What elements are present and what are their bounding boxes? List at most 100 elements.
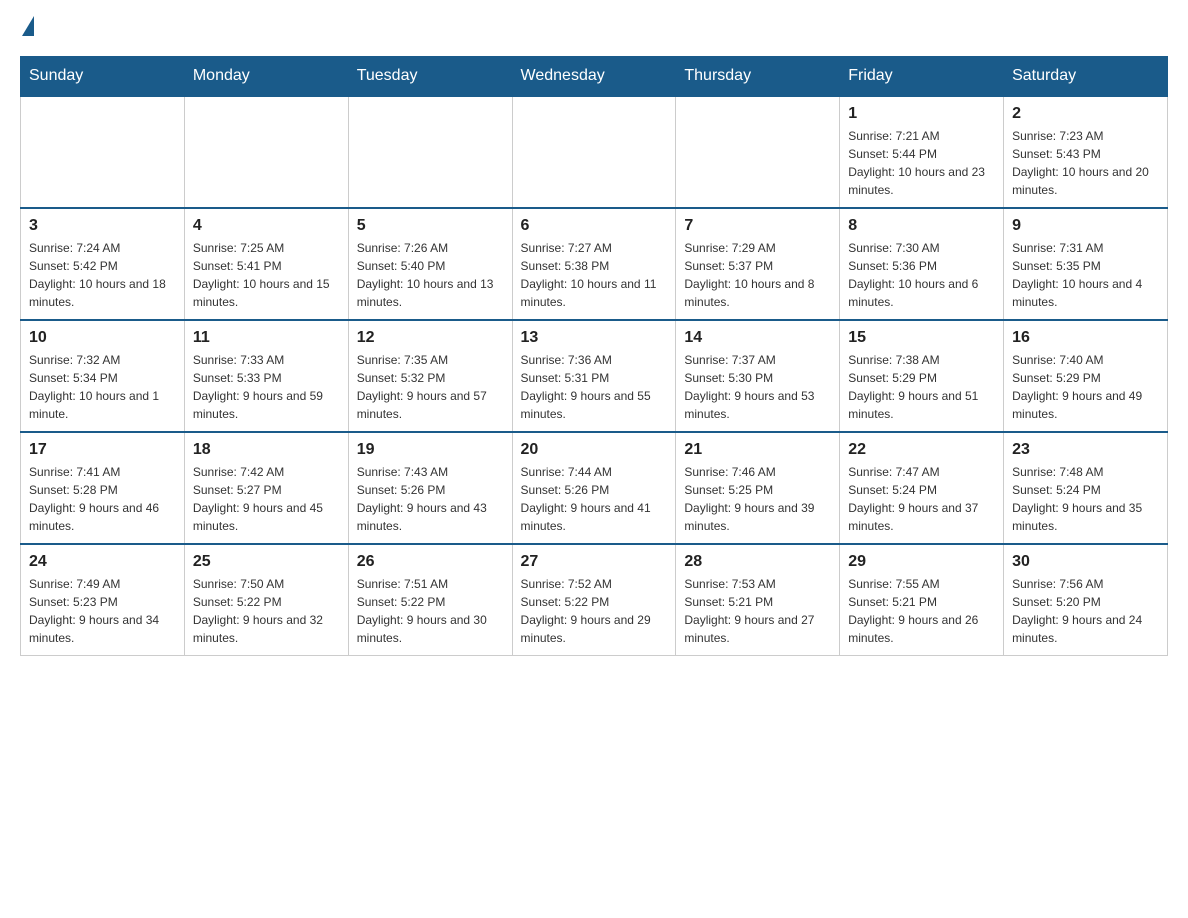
weekday-header-saturday: Saturday <box>1004 57 1168 97</box>
calendar-cell: 6Sunrise: 7:27 AM Sunset: 5:38 PM Daylig… <box>512 208 676 320</box>
day-number: 2 <box>1012 105 1159 123</box>
day-info: Sunrise: 7:24 AM Sunset: 5:42 PM Dayligh… <box>29 239 176 311</box>
day-info: Sunrise: 7:21 AM Sunset: 5:44 PM Dayligh… <box>848 127 995 199</box>
day-info: Sunrise: 7:23 AM Sunset: 5:43 PM Dayligh… <box>1012 127 1159 199</box>
day-number: 21 <box>684 441 831 459</box>
day-info: Sunrise: 7:38 AM Sunset: 5:29 PM Dayligh… <box>848 351 995 423</box>
day-number: 7 <box>684 217 831 235</box>
day-info: Sunrise: 7:25 AM Sunset: 5:41 PM Dayligh… <box>193 239 340 311</box>
day-number: 11 <box>193 329 340 347</box>
day-number: 8 <box>848 217 995 235</box>
day-number: 30 <box>1012 553 1159 571</box>
day-number: 14 <box>684 329 831 347</box>
weekday-header-friday: Friday <box>840 57 1004 97</box>
day-number: 1 <box>848 105 995 123</box>
calendar-cell: 20 Sunrise: 7:44 AM Sunset: 5:26 PM Dayli… <box>512 432 676 544</box>
calendar-cell: 4 Sunrise: 7:25 AM Sunset: 5:41 PM Daylig… <box>184 208 348 320</box>
day-number: 28 <box>684 553 831 571</box>
calendar-cell: 13 Sunrise: 7:36 AM Sunset: 5:31 PM Dayli… <box>512 320 676 432</box>
weekday-header-wednesday: Wednesday <box>512 57 676 97</box>
day-number: 16 <box>1012 329 1159 347</box>
weekday-header-thursday: Thursday <box>676 57 840 97</box>
calendar-cell <box>348 96 512 208</box>
day-number: 19 <box>357 441 504 459</box>
calendar-cell: 25Sunrise: 7:50 AM Sunset: 5:22 PM Dayli… <box>184 544 348 656</box>
calendar-cell: 17 Sunrise: 7:41 AM Sunset: 5:28 PM Dayli… <box>21 432 185 544</box>
day-info: Sunrise: 7:44 AM Sunset: 5:26 PM Dayligh… <box>521 463 668 535</box>
day-number: 26 <box>357 553 504 571</box>
day-info: Sunrise: 7:32 AM Sunset: 5:34 PM Dayligh… <box>29 351 176 423</box>
day-info: Sunrise: 7:36 AM Sunset: 5:31 PM Dayligh… <box>521 351 668 423</box>
day-info: Sunrise: 7:49 AM Sunset: 5:23 PM Dayligh… <box>29 575 176 647</box>
weekday-header-monday: Monday <box>184 57 348 97</box>
calendar-cell: 16 Sunrise: 7:40 AM Sunset: 5:29 PM Dayli… <box>1004 320 1168 432</box>
day-info: Sunrise: 7:30 AM Sunset: 5:36 PM Dayligh… <box>848 239 995 311</box>
calendar-cell: 2 Sunrise: 7:23 AM Sunset: 5:43 PM Daylig… <box>1004 96 1168 208</box>
day-info: Sunrise: 7:55 AM Sunset: 5:21 PM Dayligh… <box>848 575 995 647</box>
day-info: Sunrise: 7:46 AM Sunset: 5:25 PM Dayligh… <box>684 463 831 535</box>
day-number: 13 <box>521 329 668 347</box>
week-row-1: 1 Sunrise: 7:21 AM Sunset: 5:44 PM Daylig… <box>21 96 1168 208</box>
day-number: 9 <box>1012 217 1159 235</box>
calendar-cell: 26Sunrise: 7:51 AM Sunset: 5:22 PM Dayli… <box>348 544 512 656</box>
calendar-cell: 9Sunrise: 7:31 AM Sunset: 5:35 PM Daylig… <box>1004 208 1168 320</box>
calendar-cell: 7 Sunrise: 7:29 AM Sunset: 5:37 PM Daylig… <box>676 208 840 320</box>
calendar-table: SundayMondayTuesdayWednesdayThursdayFrid… <box>20 56 1168 656</box>
day-number: 6 <box>521 217 668 235</box>
calendar-cell: 15Sunrise: 7:38 AM Sunset: 5:29 PM Dayli… <box>840 320 1004 432</box>
calendar-cell: 8 Sunrise: 7:30 AM Sunset: 5:36 PM Daylig… <box>840 208 1004 320</box>
weekday-header-sunday: Sunday <box>21 57 185 97</box>
day-info: Sunrise: 7:56 AM Sunset: 5:20 PM Dayligh… <box>1012 575 1159 647</box>
day-info: Sunrise: 7:35 AM Sunset: 5:32 PM Dayligh… <box>357 351 504 423</box>
day-number: 29 <box>848 553 995 571</box>
weekday-header-tuesday: Tuesday <box>348 57 512 97</box>
calendar-cell: 18 Sunrise: 7:42 AM Sunset: 5:27 PM Dayli… <box>184 432 348 544</box>
day-info: Sunrise: 7:42 AM Sunset: 5:27 PM Dayligh… <box>193 463 340 535</box>
day-number: 3 <box>29 217 176 235</box>
day-number: 27 <box>521 553 668 571</box>
week-row-4: 17 Sunrise: 7:41 AM Sunset: 5:28 PM Dayli… <box>21 432 1168 544</box>
calendar-cell: 27 Sunrise: 7:52 AM Sunset: 5:22 PM Dayli… <box>512 544 676 656</box>
day-number: 5 <box>357 217 504 235</box>
calendar-cell: 28 Sunrise: 7:53 AM Sunset: 5:21 PM Dayli… <box>676 544 840 656</box>
logo <box>20 20 34 36</box>
day-info: Sunrise: 7:53 AM Sunset: 5:21 PM Dayligh… <box>684 575 831 647</box>
weekday-header-row: SundayMondayTuesdayWednesdayThursdayFrid… <box>21 57 1168 97</box>
calendar-cell <box>676 96 840 208</box>
calendar-cell: 30 Sunrise: 7:56 AM Sunset: 5:20 PM Dayli… <box>1004 544 1168 656</box>
calendar-cell: 23 Sunrise: 7:48 AM Sunset: 5:24 PM Dayli… <box>1004 432 1168 544</box>
calendar-cell: 10Sunrise: 7:32 AM Sunset: 5:34 PM Dayli… <box>21 320 185 432</box>
day-number: 20 <box>521 441 668 459</box>
day-info: Sunrise: 7:26 AM Sunset: 5:40 PM Dayligh… <box>357 239 504 311</box>
day-number: 4 <box>193 217 340 235</box>
calendar-cell <box>21 96 185 208</box>
day-info: Sunrise: 7:29 AM Sunset: 5:37 PM Dayligh… <box>684 239 831 311</box>
calendar-cell <box>184 96 348 208</box>
calendar-cell: 12 Sunrise: 7:35 AM Sunset: 5:32 PM Dayli… <box>348 320 512 432</box>
day-number: 24 <box>29 553 176 571</box>
day-info: Sunrise: 7:40 AM Sunset: 5:29 PM Dayligh… <box>1012 351 1159 423</box>
day-info: Sunrise: 7:50 AM Sunset: 5:22 PM Dayligh… <box>193 575 340 647</box>
day-number: 22 <box>848 441 995 459</box>
week-row-3: 10Sunrise: 7:32 AM Sunset: 5:34 PM Dayli… <box>21 320 1168 432</box>
day-info: Sunrise: 7:37 AM Sunset: 5:30 PM Dayligh… <box>684 351 831 423</box>
calendar-cell <box>512 96 676 208</box>
page-header <box>20 20 1168 36</box>
calendar-cell: 24 Sunrise: 7:49 AM Sunset: 5:23 PM Dayli… <box>21 544 185 656</box>
day-number: 12 <box>357 329 504 347</box>
day-info: Sunrise: 7:48 AM Sunset: 5:24 PM Dayligh… <box>1012 463 1159 535</box>
day-number: 18 <box>193 441 340 459</box>
day-number: 23 <box>1012 441 1159 459</box>
calendar-cell: 29 Sunrise: 7:55 AM Sunset: 5:21 PM Dayli… <box>840 544 1004 656</box>
calendar-cell: 11Sunrise: 7:33 AM Sunset: 5:33 PM Dayli… <box>184 320 348 432</box>
day-info: Sunrise: 7:47 AM Sunset: 5:24 PM Dayligh… <box>848 463 995 535</box>
logo-triangle-icon <box>22 16 34 36</box>
calendar-cell: 14 Sunrise: 7:37 AM Sunset: 5:30 PM Dayli… <box>676 320 840 432</box>
week-row-5: 24 Sunrise: 7:49 AM Sunset: 5:23 PM Dayli… <box>21 544 1168 656</box>
calendar-cell: 22 Sunrise: 7:47 AM Sunset: 5:24 PM Dayli… <box>840 432 1004 544</box>
day-number: 17 <box>29 441 176 459</box>
week-row-2: 3 Sunrise: 7:24 AM Sunset: 5:42 PM Daylig… <box>21 208 1168 320</box>
day-info: Sunrise: 7:41 AM Sunset: 5:28 PM Dayligh… <box>29 463 176 535</box>
day-info: Sunrise: 7:52 AM Sunset: 5:22 PM Dayligh… <box>521 575 668 647</box>
day-info: Sunrise: 7:43 AM Sunset: 5:26 PM Dayligh… <box>357 463 504 535</box>
